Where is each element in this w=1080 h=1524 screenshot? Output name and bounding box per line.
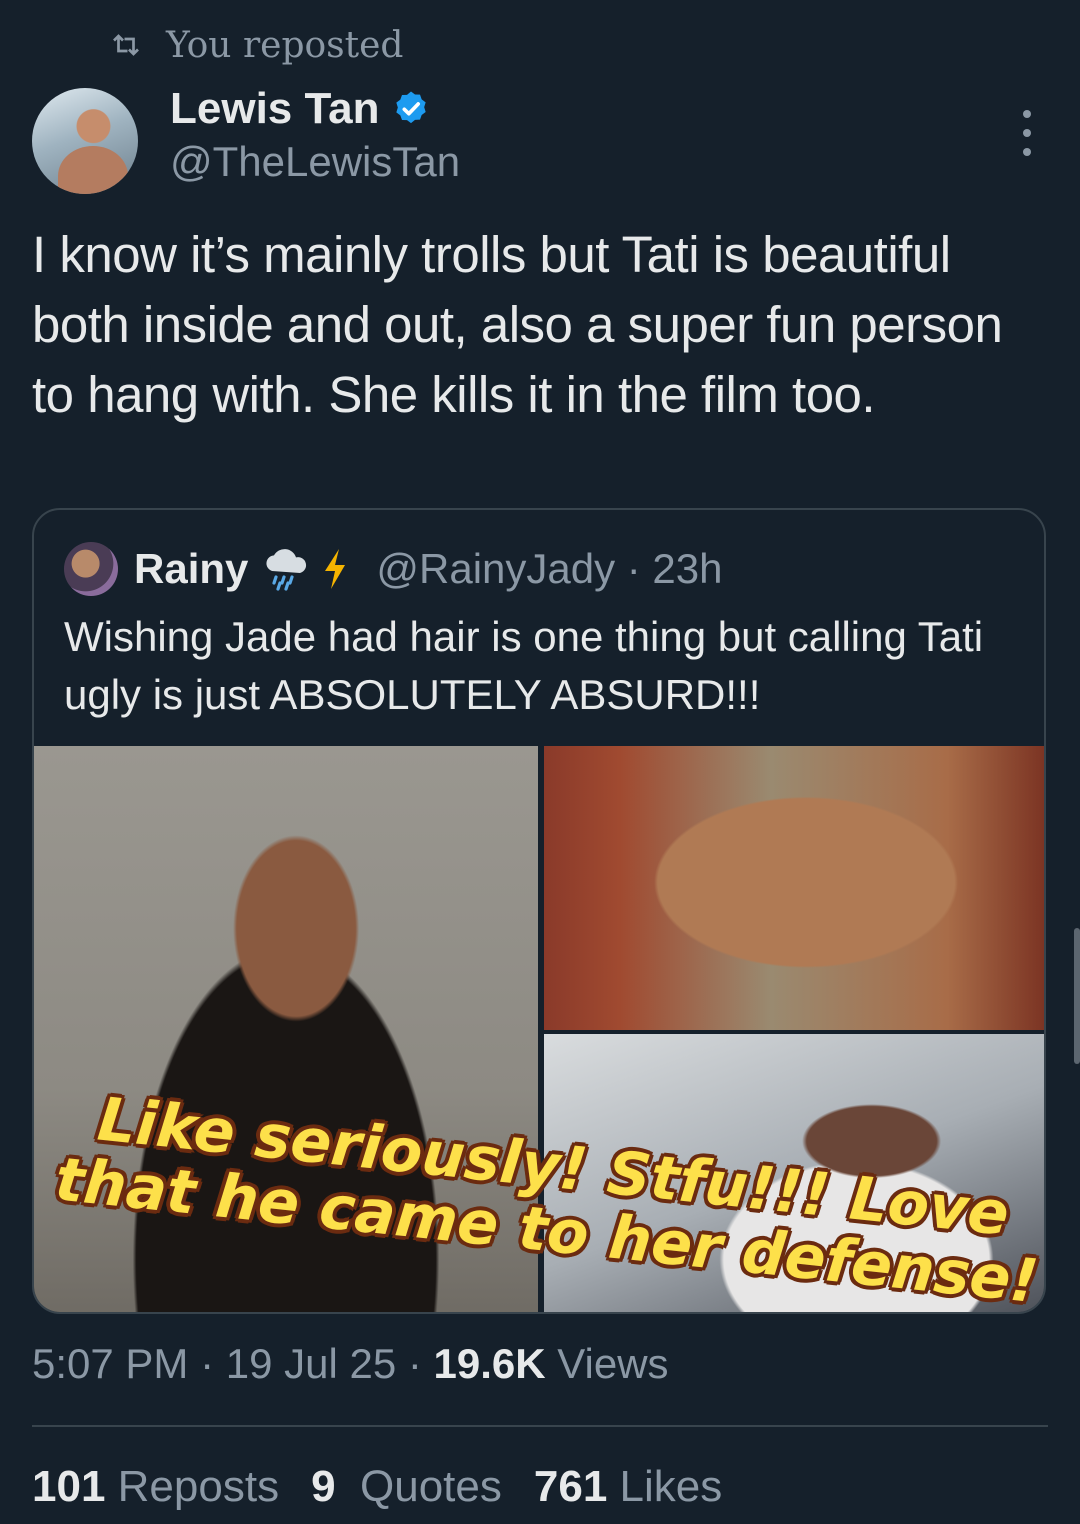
quoted-photo-2[interactable] <box>544 746 1044 1030</box>
divider <box>32 1425 1048 1427</box>
likes-stat[interactable]: 761 Likes <box>534 1462 722 1512</box>
verified-badge-icon <box>396 91 427 124</box>
repost-indicator: You reposted <box>108 20 403 70</box>
rain-cloud-icon <box>266 549 307 591</box>
quotes-count: 9 <box>311 1462 336 1511</box>
author-avatar[interactable] <box>32 88 138 194</box>
quotes-label: Quotes <box>360 1462 502 1511</box>
tweet-meta: 5:07 PM · 19 Jul 25 · 19.6K Views <box>32 1340 669 1388</box>
more-icon[interactable] <box>1010 110 1044 156</box>
reposts-label: Reposts <box>117 1462 280 1511</box>
quoted-tweet-header: Rainy @RainyJady · 23h <box>64 542 723 596</box>
quoted-handle-time: @RainyJady · 23h <box>376 545 723 592</box>
repost-icon <box>113 34 139 56</box>
quoted-avatar <box>64 542 118 596</box>
reposts-stat[interactable]: 101 Reposts <box>32 1462 279 1512</box>
author-handle[interactable]: @TheLewisTan <box>170 138 460 186</box>
quotes-stat[interactable]: 9 Quotes <box>311 1462 502 1512</box>
likes-count: 761 <box>533 1462 608 1511</box>
scrollbar-thumb[interactable] <box>1074 928 1080 1064</box>
quoted-author-name: Rainy <box>134 545 249 592</box>
reposts-count: 101 <box>32 1462 106 1511</box>
tweet-text: I know it’s mainly trolls but Tati is be… <box>32 226 1003 423</box>
author-name-row[interactable]: Lewis Tan <box>170 84 431 134</box>
repost-label: You reposted <box>166 24 404 66</box>
views-count: 19.6K <box>433 1340 546 1387</box>
likes-label: Likes <box>619 1462 723 1511</box>
author-name[interactable]: Lewis Tan <box>170 84 379 134</box>
tweet-time-date: 5:07 PM · 19 Jul 25 · <box>32 1340 434 1387</box>
quoted-tweet-text: Wishing Jade had hair is one thing but c… <box>64 613 984 718</box>
engagement-stats: 101 Reposts 9 Quotes 761 Likes <box>32 1462 754 1512</box>
lightning-icon <box>325 549 346 589</box>
views-label: Views <box>545 1340 669 1387</box>
